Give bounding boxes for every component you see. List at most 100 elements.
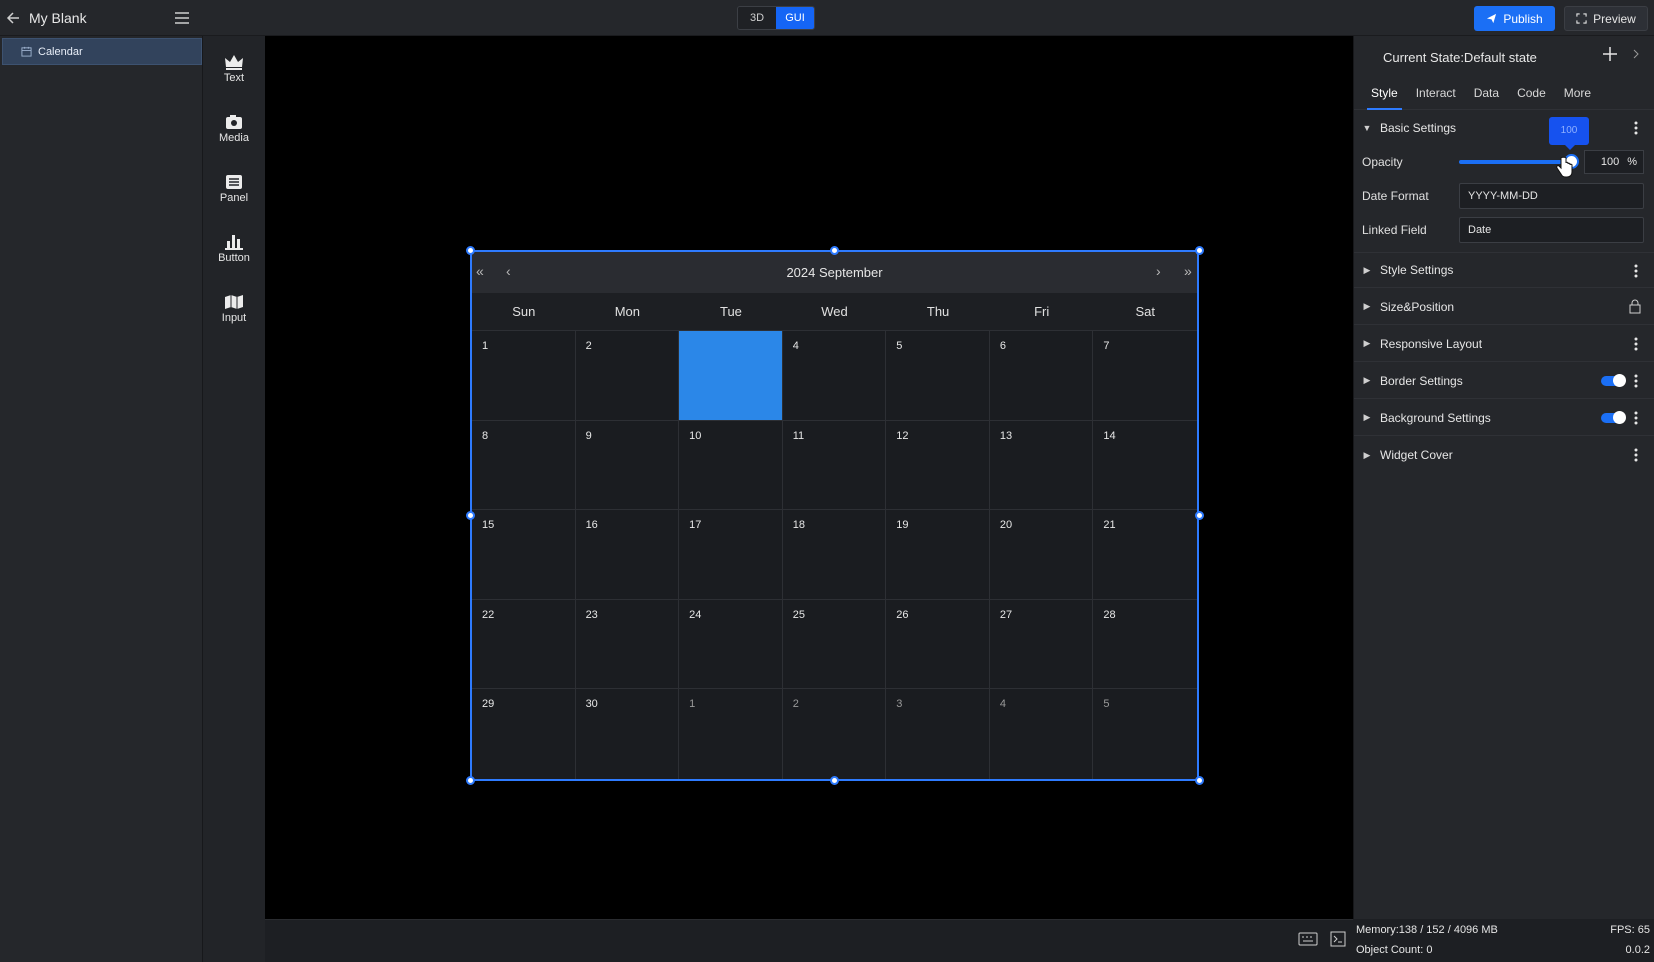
widget-input[interactable]: Input — [203, 284, 265, 334]
section-responsive-layout[interactable]: ▶ Responsive Layout — [1354, 326, 1654, 362]
calendar-day[interactable]: 8 — [472, 420, 576, 511]
calendar-day[interactable]: 1 — [679, 689, 783, 779]
calendar-day[interactable]: 24 — [679, 599, 783, 690]
resize-handle[interactable] — [1195, 776, 1204, 785]
more-vertical-icon[interactable] — [1634, 410, 1638, 426]
calendar-day[interactable]: 2 — [783, 689, 887, 779]
opacity-input[interactable]: 100 % — [1584, 150, 1644, 174]
calendar-day[interactable]: 15 — [472, 510, 576, 600]
calendar-day[interactable]: 2 — [575, 331, 680, 421]
calendar-day[interactable]: 26 — [886, 599, 990, 690]
widget-label: Button — [218, 252, 250, 264]
section-widget-cover[interactable]: ▶ Widget Cover — [1354, 437, 1654, 473]
widget-media[interactable]: Media — [203, 104, 265, 154]
more-vertical-icon[interactable] — [1634, 120, 1638, 136]
calendar-day[interactable]: 27 — [989, 599, 1094, 690]
day-number: 26 — [896, 608, 909, 621]
layer-item-calendar[interactable]: Calendar — [2, 38, 202, 65]
calendar-day[interactable]: 4 — [990, 689, 1094, 779]
caret-right-icon: ▶ — [1363, 375, 1371, 385]
tab-interact[interactable]: Interact — [1407, 76, 1465, 109]
next-year-icon[interactable]: » — [1184, 263, 1192, 279]
widget-text[interactable]: Text — [203, 44, 265, 94]
calendar-day-selected[interactable] — [679, 331, 783, 421]
hand-cursor-icon — [1556, 156, 1573, 178]
calendar-day[interactable]: 14 — [1093, 421, 1197, 511]
calendar-widget[interactable]: « ‹ 2024 September › » Sun Mon Tue Wed Thu Fr… — [470, 250, 1199, 781]
tab-code[interactable]: Code — [1508, 76, 1555, 109]
more-vertical-icon[interactable] — [1634, 447, 1638, 463]
tab-style[interactable]: Style — [1362, 76, 1407, 110]
chevron-right-icon[interactable] — [1631, 48, 1641, 60]
calendar-day[interactable]: 30 — [576, 689, 680, 779]
calendar-day[interactable]: 25 — [782, 599, 887, 690]
terminal-icon[interactable] — [1330, 931, 1346, 947]
section-size-position[interactable]: ▶ Size&Position — [1354, 289, 1654, 325]
widget-panel[interactable]: Panel — [203, 164, 265, 214]
calendar-day[interactable]: 17 — [679, 510, 783, 600]
section-basic-settings[interactable]: ▼ Basic Settings — [1354, 110, 1654, 146]
calendar-day[interactable]: 7 — [1093, 331, 1197, 421]
resize-handle[interactable] — [466, 246, 475, 255]
add-state-icon[interactable] — [1602, 46, 1618, 62]
day-number: 28 — [1103, 608, 1116, 621]
preview-button[interactable]: Preview — [1564, 6, 1648, 31]
more-vertical-icon[interactable] — [1634, 263, 1638, 279]
calendar-day[interactable]: 9 — [575, 420, 680, 511]
day-number: 12 — [896, 429, 909, 442]
calendar-day[interactable]: 20 — [989, 510, 1094, 600]
widget-label: Panel — [219, 192, 249, 204]
section-style-settings[interactable]: ▶ Style Settings — [1354, 252, 1654, 288]
date-format-input[interactable]: YYYY-MM-DD — [1459, 183, 1644, 209]
border-toggle[interactable] — [1601, 374, 1626, 387]
calendar-day[interactable]: 1 — [472, 331, 576, 421]
calendar-day[interactable]: 5 — [886, 331, 990, 421]
more-vertical-icon[interactable] — [1634, 373, 1638, 389]
day-number: 29 — [482, 698, 495, 711]
opacity-unit: % — [1627, 156, 1637, 168]
calendar-day[interactable]: 23 — [575, 599, 680, 690]
section-background-settings[interactable]: ▶ Background Settings — [1354, 400, 1654, 436]
resize-handle[interactable] — [466, 776, 475, 785]
hamburger-menu-icon[interactable] — [174, 10, 190, 26]
day-number: 2 — [585, 340, 592, 352]
calendar-day[interactable]: 6 — [989, 331, 1094, 421]
calendar-day[interactable]: 19 — [886, 510, 990, 600]
resize-handle[interactable] — [1195, 246, 1204, 255]
publish-button[interactable]: Publish — [1474, 6, 1555, 31]
calendar-day[interactable]: 22 — [472, 599, 576, 690]
resize-handle[interactable] — [466, 511, 475, 520]
keyboard-icon[interactable] — [1298, 932, 1318, 946]
back-arrow-icon[interactable] — [6, 9, 22, 27]
mode-gui-button[interactable]: GUI — [776, 7, 814, 29]
calendar-day[interactable]: 18 — [782, 510, 887, 600]
calendar-day[interactable]: 11 — [782, 420, 887, 511]
resize-handle[interactable] — [830, 246, 839, 255]
widget-button[interactable]: Button — [203, 224, 265, 274]
background-toggle[interactable] — [1601, 411, 1626, 424]
resize-handle[interactable] — [1195, 511, 1204, 520]
calendar-day[interactable]: 16 — [575, 510, 680, 600]
resize-handle[interactable] — [830, 776, 839, 785]
next-month-icon[interactable]: › — [1156, 263, 1161, 279]
tab-more[interactable]: More — [1555, 76, 1600, 109]
calendar-day[interactable]: 29 — [472, 689, 576, 779]
tab-data[interactable]: Data — [1465, 76, 1508, 109]
day-number: 24 — [689, 608, 702, 621]
more-vertical-icon[interactable] — [1634, 336, 1638, 352]
calendar-day[interactable]: 10 — [679, 420, 783, 511]
calendar-day[interactable]: 4 — [782, 331, 887, 421]
day-number: 15 — [482, 519, 495, 532]
day-number: 6 — [999, 340, 1006, 352]
calendar-day[interactable]: 13 — [989, 420, 1094, 511]
lock-icon[interactable] — [1629, 299, 1641, 314]
calendar-day[interactable]: 28 — [1093, 600, 1197, 690]
calendar-day[interactable]: 5 — [1093, 689, 1197, 779]
section-border-settings[interactable]: ▶ Border Settings — [1354, 363, 1654, 399]
calendar-day[interactable]: 12 — [886, 420, 990, 511]
calendar-day[interactable]: 3 — [886, 689, 990, 779]
mode-3d-button[interactable]: 3D — [738, 7, 776, 29]
linked-field-select[interactable]: Date — [1459, 217, 1644, 243]
system-status: Memory:138 / 152 / 4096 MB Object Count:… — [1353, 919, 1654, 962]
calendar-day[interactable]: 21 — [1093, 510, 1197, 600]
